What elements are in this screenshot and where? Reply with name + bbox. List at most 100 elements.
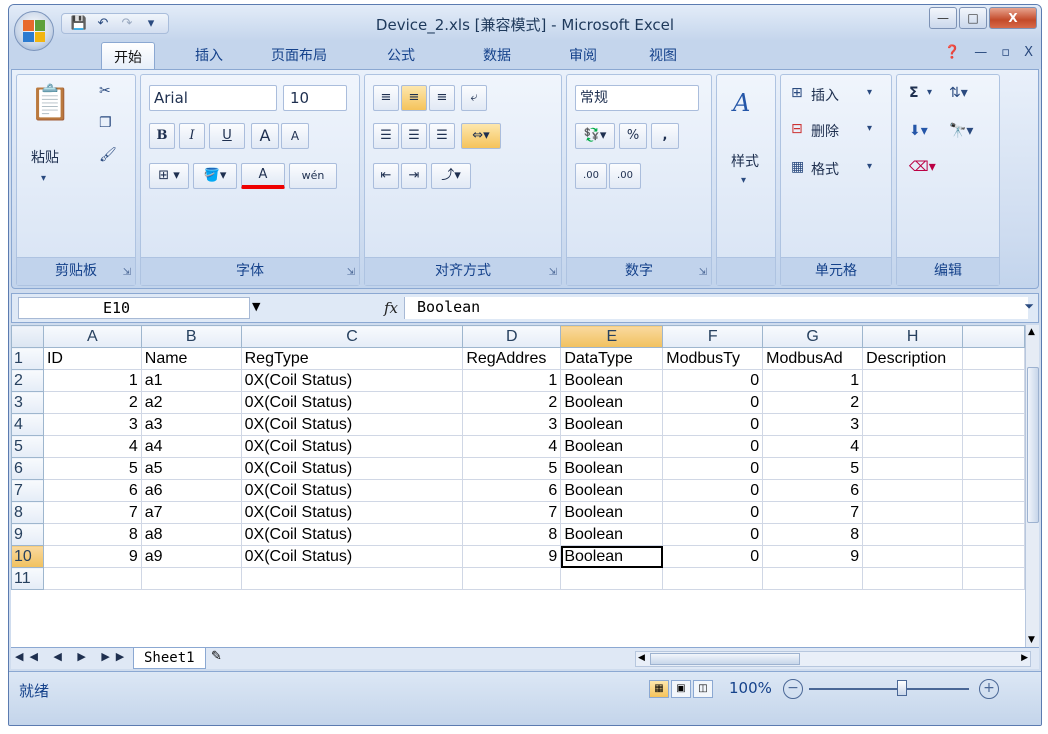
sheet-nav-buttons[interactable]: ◀◀ ◀ ▶ ▶▶ <box>15 650 130 663</box>
styles-dropdown-icon[interactable]: ▾ <box>741 175 746 186</box>
cell[interactable] <box>862 501 964 524</box>
cell[interactable]: 6 <box>462 479 562 502</box>
cell[interactable]: 0 <box>662 457 764 480</box>
cell[interactable]: 8 <box>462 523 562 546</box>
cell[interactable]: 6 <box>762 479 864 502</box>
cell[interactable]: 5 <box>462 457 562 480</box>
cell[interactable] <box>42 567 142 590</box>
cell[interactable]: 0X(Coil Status) <box>240 435 464 458</box>
cell[interactable] <box>862 545 964 568</box>
zoom-level[interactable]: 100% <box>729 679 772 697</box>
column-header-e[interactable]: E <box>560 325 664 348</box>
number-launcher-icon[interactable]: ⇲ <box>699 267 707 278</box>
align-right-button[interactable]: ☰ <box>429 123 455 149</box>
cell[interactable]: a5 <box>140 457 242 480</box>
underline-button[interactable]: U <box>209 123 245 149</box>
cell[interactable]: 9 <box>462 545 562 568</box>
cell[interactable]: ModbusTy <box>662 347 764 370</box>
cell[interactable]: a9 <box>140 545 242 568</box>
cell[interactable]: 2 <box>42 391 142 414</box>
cell[interactable] <box>962 347 1025 370</box>
increase-indent-button[interactable]: ⇥ <box>401 163 427 189</box>
scroll-left-icon[interactable]: ◀ <box>638 653 645 663</box>
cell[interactable]: a7 <box>140 501 242 524</box>
insert-function-icon[interactable]: fx <box>384 299 398 317</box>
cell[interactable]: Boolean <box>560 479 664 502</box>
cell[interactable]: 4 <box>762 435 864 458</box>
name-box[interactable]: E10 <box>18 297 250 319</box>
horizontal-scrollbar[interactable]: ◀ ▶ <box>635 651 1031 667</box>
borders-button[interactable]: ⊞ ▾ <box>149 163 189 189</box>
cell[interactable]: 1 <box>762 369 864 392</box>
phonetic-button[interactable]: wén <box>289 163 337 189</box>
sheet-tab-sheet1[interactable]: Sheet1 <box>133 648 206 669</box>
cell[interactable]: 0 <box>662 501 764 524</box>
cell[interactable] <box>962 413 1025 436</box>
insert-sheet-icon[interactable]: ✎ <box>211 649 222 664</box>
cell[interactable]: Boolean <box>560 523 664 546</box>
cell[interactable]: a6 <box>140 479 242 502</box>
cell[interactable] <box>862 523 964 546</box>
row-header[interactable]: 10 <box>11 545 44 568</box>
cell[interactable]: 0X(Coil Status) <box>240 479 464 502</box>
cell[interactable]: 0X(Coil Status) <box>240 523 464 546</box>
fill-icon[interactable]: ⬇▾ <box>909 123 928 139</box>
cell[interactable]: 0 <box>662 369 764 392</box>
cell[interactable]: 0X(Coil Status) <box>240 413 464 436</box>
cell[interactable]: 5 <box>762 457 864 480</box>
cell[interactable] <box>762 567 864 590</box>
cell[interactable]: a3 <box>140 413 242 436</box>
zoom-out-button[interactable]: − <box>783 679 803 699</box>
cell[interactable]: 3 <box>762 413 864 436</box>
column-header-f[interactable]: F <box>662 325 764 348</box>
worksheet-grid[interactable]: ABCDEFGH 1 ID Name RegType RegAddres DataType… <box>11 325 1025 647</box>
column-header-h[interactable]: H <box>862 325 964 348</box>
cell[interactable]: 0 <box>662 545 764 568</box>
cell[interactable] <box>560 567 664 590</box>
grow-font-button[interactable]: A <box>251 123 279 149</box>
office-button[interactable] <box>14 11 54 51</box>
cell[interactable] <box>962 545 1025 568</box>
insert-cells-icon[interactable]: ⊞ <box>791 85 803 101</box>
cell[interactable] <box>862 435 964 458</box>
cell[interactable]: DataType <box>560 347 664 370</box>
cell[interactable] <box>962 479 1025 502</box>
orientation-button[interactable]: ⤴▾ <box>431 163 471 189</box>
align-bottom-button[interactable]: ≡ <box>429 85 455 111</box>
name-box-dropdown-icon[interactable]: ▼ <box>252 300 260 313</box>
fill-color-button[interactable]: 🪣▾ <box>193 163 237 189</box>
cell[interactable] <box>862 479 964 502</box>
cell[interactable]: 8 <box>42 523 142 546</box>
cell[interactable]: 0 <box>662 435 764 458</box>
decrease-indent-button[interactable]: ⇤ <box>373 163 399 189</box>
cell[interactable]: RegType <box>240 347 464 370</box>
zoom-slider-track[interactable] <box>809 688 969 690</box>
cell[interactable]: 9 <box>762 545 864 568</box>
scroll-up-icon[interactable]: ▲ <box>1028 327 1035 337</box>
column-header-a[interactable]: A <box>42 325 142 348</box>
cell[interactable] <box>962 435 1025 458</box>
ribbon-restore-icon[interactable]: ▫ <box>1001 45 1010 60</box>
paste-button[interactable]: 粘贴 <box>31 147 59 167</box>
cell[interactable] <box>240 567 464 590</box>
paste-dropdown-icon[interactable]: ▾ <box>41 173 46 184</box>
row-header[interactable]: 4 <box>11 413 44 436</box>
autosum-button[interactable]: Σ <box>909 85 919 101</box>
normal-view-icon[interactable]: ▦ <box>649 680 669 698</box>
tab-view[interactable]: 视图 <box>649 45 677 65</box>
font-launcher-icon[interactable]: ⇲ <box>347 267 355 278</box>
cell[interactable]: 6 <box>42 479 142 502</box>
cell[interactable]: 2 <box>462 391 562 414</box>
cell[interactable]: 0X(Coil Status) <box>240 369 464 392</box>
cell[interactable] <box>962 501 1025 524</box>
cell[interactable]: 3 <box>42 413 142 436</box>
zoom-in-button[interactable]: + <box>979 679 999 699</box>
vertical-scroll-thumb[interactable] <box>1027 367 1039 523</box>
styles-icon[interactable]: A <box>733 89 750 117</box>
cell[interactable]: 0 <box>662 413 764 436</box>
format-cells-icon[interactable]: ▦ <box>791 159 804 175</box>
tab-formulas[interactable]: 公式 <box>387 45 415 65</box>
find-select-icon[interactable]: 🔭▾ <box>949 123 973 139</box>
delete-cells-icon[interactable]: ⊟ <box>791 121 803 137</box>
row-header[interactable]: 9 <box>11 523 44 546</box>
